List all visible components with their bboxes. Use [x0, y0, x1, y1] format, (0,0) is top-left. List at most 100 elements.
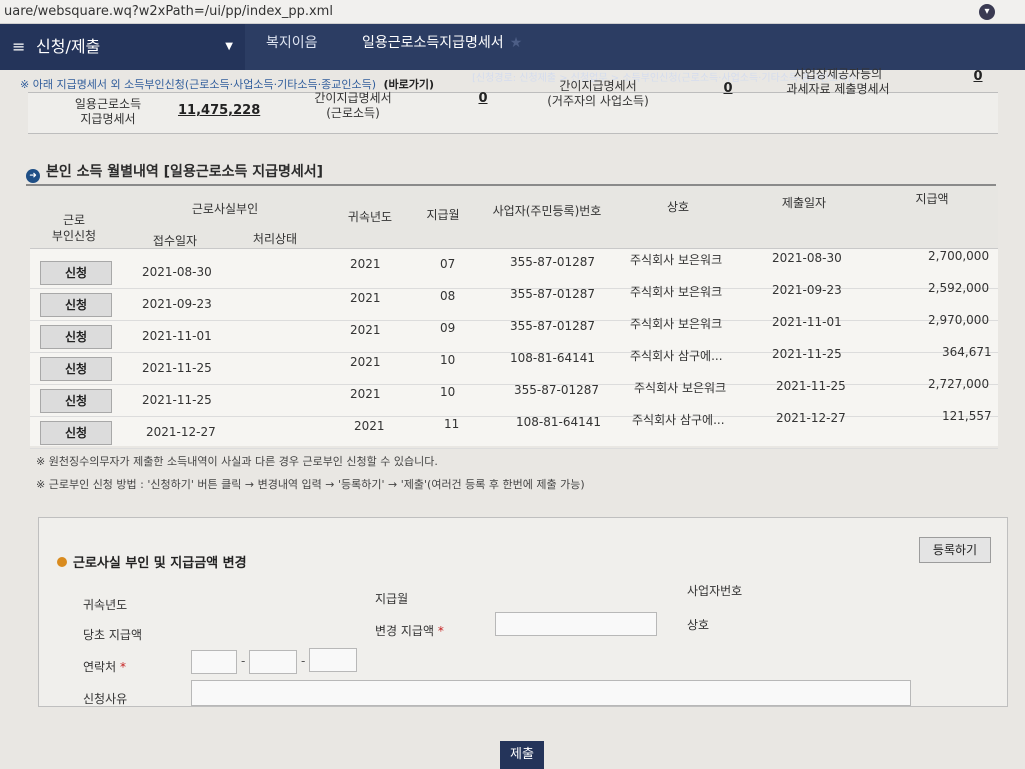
- required-mark: *: [437, 624, 444, 638]
- summary-value-simple-earned[interactable]: 0: [468, 91, 498, 131]
- phone-part1-input[interactable]: [191, 650, 237, 674]
- address-bar[interactable]: uare/websquare.wq?w2xPath=/ui/pp/index_p…: [0, 0, 1025, 24]
- cell-submitted: 2021-11-25: [776, 379, 846, 393]
- phone-part2-input[interactable]: [249, 650, 297, 674]
- cell-year: 2021: [350, 355, 381, 369]
- apply-button[interactable]: 신청: [40, 421, 112, 445]
- cell-year: 2021: [350, 257, 381, 271]
- apply-button[interactable]: 신청: [40, 389, 112, 413]
- edit-title: 근로사실 부인 및 지급금액 변경: [57, 552, 247, 571]
- summary-label-platform: 사업장제공자등의 과세자료 제출명세서: [786, 67, 890, 96]
- apply-button[interactable]: 신청: [40, 293, 112, 317]
- cell-year: 2021: [350, 323, 381, 337]
- cell-company: 주식회사 보은워크: [630, 317, 723, 331]
- apply-button[interactable]: 신청: [40, 261, 112, 285]
- header-submitted: 제출일자: [781, 196, 827, 210]
- cell-received: 2021-09-23: [142, 297, 212, 311]
- shortcut-link[interactable]: (바로가기): [384, 78, 435, 91]
- cell-month: 07: [440, 257, 456, 271]
- tab-daily-income-label: 일용근로소득지급명세서: [362, 35, 504, 51]
- chevron-down-icon[interactable]: ▾: [979, 4, 995, 20]
- note-2: ※ 근로부인 신청 방법 : '신청하기' 버튼 클릭 → 변경내역 입력 → …: [36, 478, 585, 491]
- apply-button[interactable]: 신청: [40, 325, 112, 349]
- label-bizno: 사업자번호: [687, 584, 743, 598]
- bullet-icon: [57, 557, 67, 567]
- url-text: uare/websquare.wq?w2xPath=/ui/pp/index_p…: [4, 4, 333, 19]
- table-row: 신청 2021-11-25 2021 10 355-87-01287 주식회사 …: [30, 377, 998, 417]
- cell-year: 2021: [350, 387, 381, 401]
- arrow-circle-icon: ➜: [26, 169, 40, 183]
- required-mark: *: [119, 660, 126, 674]
- cell-company: 주식회사 삼구에...: [632, 413, 725, 427]
- caret-down-icon: ▼: [225, 41, 233, 52]
- submit-button[interactable]: 제출: [500, 741, 544, 769]
- label-year: 귀속년도: [83, 598, 128, 612]
- cell-received: 2021-11-01: [142, 329, 212, 343]
- hamburger-menu-icon[interactable]: ≡: [12, 24, 25, 70]
- table-row: 신청 2021-12-27 2021 11 108-81-64141 주식회사 …: [30, 409, 998, 449]
- header-amount: 지급액: [915, 192, 949, 206]
- label-changed-amount-text: 변경 지급액: [375, 624, 435, 638]
- label-contact-text: 연락처: [83, 660, 117, 674]
- register-button[interactable]: 등록하기: [919, 537, 991, 563]
- cell-bizno: 108-81-64141: [516, 415, 602, 429]
- cell-month: 11: [444, 417, 460, 431]
- cell-month: 08: [440, 289, 456, 303]
- header-deny-group: 근로사실부인: [191, 202, 259, 216]
- cell-submitted: 2021-09-23: [772, 283, 842, 297]
- income-table: 근로 부인신청 근로사실부인 접수일자 처리상태 귀속년도 지급월 사업자(주민…: [30, 186, 998, 449]
- cell-company: 주식회사 삼구에...: [630, 349, 723, 363]
- summary-value-simple-business[interactable]: 0: [713, 81, 743, 121]
- summary-label-simple-earned: 간이지급명세서 (근로소득): [314, 91, 392, 120]
- phone-part3-input[interactable]: [309, 648, 357, 672]
- apply-button[interactable]: 신청: [40, 357, 112, 381]
- summary-label-simple-business: 간이지급명세서 (거주자의 사업소득): [547, 79, 649, 108]
- cell-company: 주식회사 보은워크: [630, 285, 723, 299]
- cell-amount: 364,671: [942, 345, 992, 359]
- cell-received: 2021-11-25: [142, 393, 212, 407]
- cell-bizno: 355-87-01287: [510, 255, 596, 269]
- header-year: 귀속년도: [347, 210, 393, 224]
- header-deny: 근로 부인신청: [51, 213, 97, 243]
- label-reason: 신청사유: [83, 692, 128, 706]
- cell-month: 10: [440, 385, 456, 399]
- cell-received: 2021-11-25: [142, 361, 212, 375]
- section-title-text: 본인 소득 월별내역 [일용근로소득 지급명세서]: [46, 164, 324, 180]
- tab-daily-income[interactable]: 일용근로소득지급명세서 ★: [362, 24, 522, 70]
- cell-amount: 2,727,000: [928, 377, 990, 391]
- cell-submitted: 2021-08-30: [772, 251, 842, 265]
- cell-bizno: 355-87-01287: [510, 287, 596, 301]
- notice-text: ※ 아래 지급명세서 외 소득부인신청(근로소득·사업소득·기타소득·종교인소득…: [20, 78, 376, 91]
- summary-value-platform[interactable]: 0: [963, 69, 993, 109]
- cell-month: 10: [440, 353, 456, 367]
- cell-year: 2021: [350, 291, 381, 305]
- cell-bizno: 108-81-64141: [510, 351, 596, 365]
- cell-month: 09: [440, 321, 456, 335]
- note-1: ※ 원천징수의무자가 제출한 소득내역이 사실과 다른 경우 근로부인 신청할 …: [36, 455, 438, 468]
- label-month: 지급월: [375, 592, 409, 606]
- header-month: 지급월: [426, 208, 460, 222]
- top-navigation: ≡ 신청/제출 ▼ 복지이음 일용근로소득지급명세서 ★ [신청경로: 신청제출 …: [0, 24, 1025, 84]
- label-changed-amount: 변경 지급액 *: [375, 622, 444, 639]
- cell-amount: 121,557: [942, 409, 992, 423]
- tab-welfare[interactable]: 복지이음: [266, 24, 318, 70]
- cell-company: 주식회사 보은워크: [630, 253, 723, 267]
- phone-dash: -: [241, 654, 246, 668]
- header-status: 처리상태: [252, 232, 298, 246]
- menu-dropdown[interactable]: ≡ 신청/제출 ▼: [0, 24, 245, 70]
- summary-label-daily: 일용근로소득 지급명세서: [74, 97, 142, 126]
- header-bizno: 사업자(주민등록)번호: [492, 204, 602, 218]
- summary-bar: 일용근로소득 지급명세서 11,475,228 간이지급명세서 (근로소득) 0…: [28, 67, 998, 134]
- edit-title-text: 근로사실 부인 및 지급금액 변경: [73, 556, 247, 571]
- reason-input[interactable]: [191, 680, 911, 706]
- summary-value-daily[interactable]: 11,475,228: [178, 103, 260, 143]
- cell-year: 2021: [354, 419, 385, 433]
- menu-label: 신청/제출: [36, 37, 101, 56]
- changed-amount-input[interactable]: [495, 612, 657, 636]
- section-title: ➜ 본인 소득 월별내역 [일용근로소득 지급명세서]: [26, 161, 323, 183]
- cell-submitted: 2021-12-27: [776, 411, 846, 425]
- star-icon[interactable]: ★: [510, 35, 523, 51]
- cell-amount: 2,700,000: [928, 249, 990, 263]
- phone-dash: -: [301, 654, 306, 668]
- edit-panel: 근로사실 부인 및 지급금액 변경 등록하기 귀속년도 당초 지급액 연락처 *…: [38, 517, 1008, 707]
